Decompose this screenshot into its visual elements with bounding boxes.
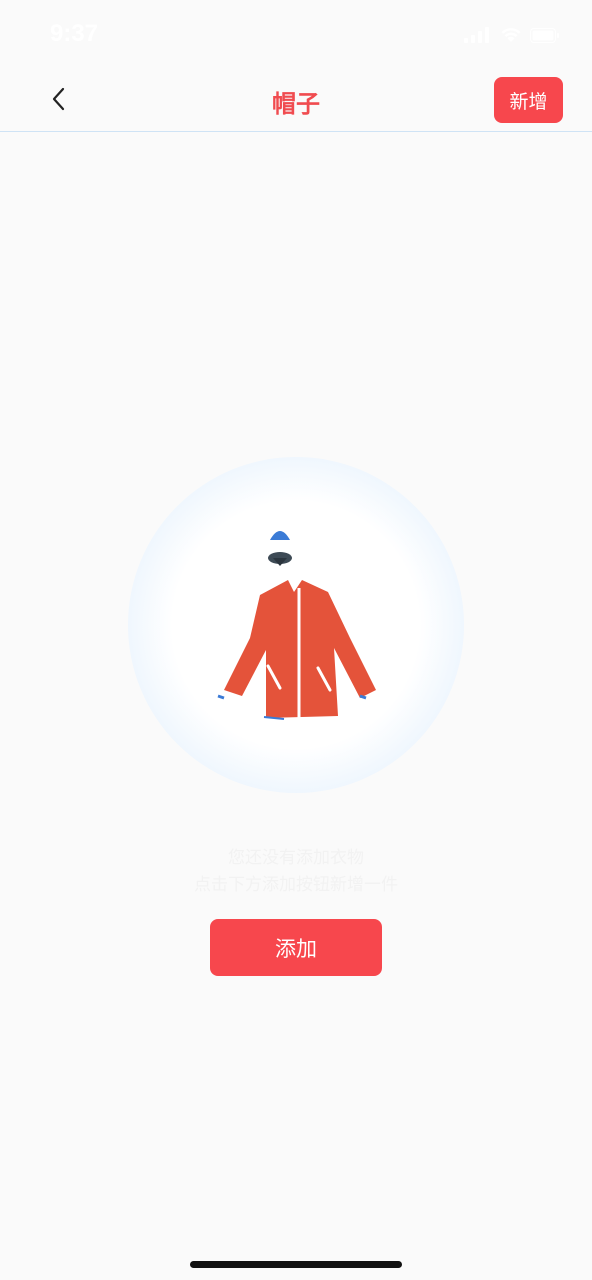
nav-bar: 帽子 新增	[0, 66, 592, 132]
add-new-button[interactable]: 新增	[494, 77, 563, 123]
status-bar: 9:37	[0, 0, 592, 66]
status-time: 9:37	[50, 20, 99, 47]
screen: 9:37 帽子 新增 您还没有添加衣物 点击下方添加按钮新增一件 添加	[0, 0, 592, 1280]
jacket-icon	[217, 531, 376, 720]
empty-state-message: 您还没有添加衣物	[228, 848, 364, 868]
status-icons	[464, 27, 560, 43]
empty-state-hint: 点击下方添加按钮新增一件	[194, 875, 398, 895]
wifi-icon	[501, 28, 521, 42]
home-indicator[interactable]	[190, 1261, 402, 1268]
add-button[interactable]: 添加	[210, 919, 382, 976]
battery-icon	[530, 27, 559, 43]
signal-icon	[464, 27, 489, 43]
